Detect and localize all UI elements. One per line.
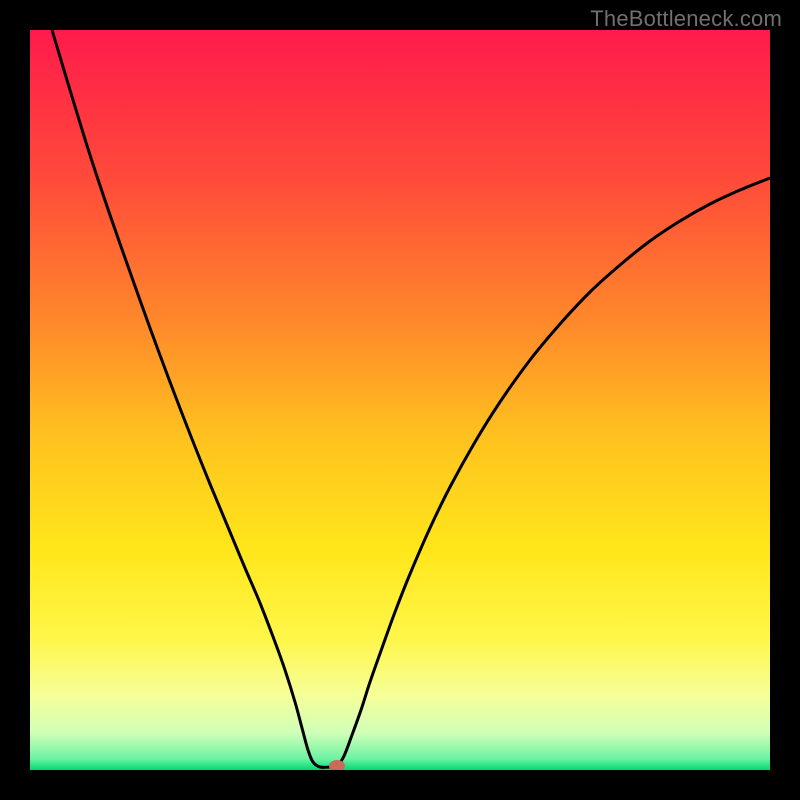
chart-frame: TheBottleneck.com xyxy=(0,0,800,800)
chart-background xyxy=(30,30,770,770)
chart-svg xyxy=(30,30,770,770)
watermark-text: TheBottleneck.com xyxy=(590,6,782,32)
plot-area xyxy=(30,30,770,770)
